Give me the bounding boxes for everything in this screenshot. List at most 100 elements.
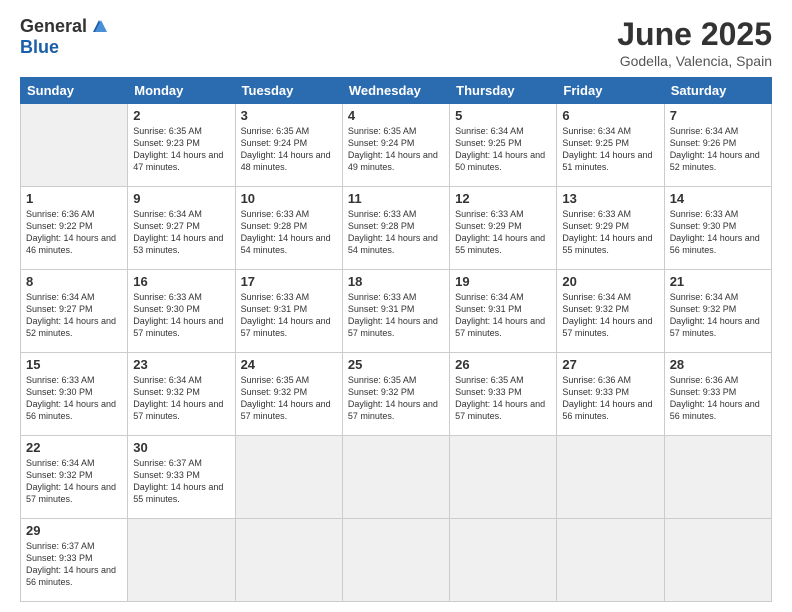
calendar-cell: 20Sunrise: 6:34 AMSunset: 9:32 PMDayligh… [557, 270, 664, 353]
calendar-cell [235, 436, 342, 519]
day-info: Sunrise: 6:33 AMSunset: 9:31 PMDaylight:… [348, 291, 444, 340]
day-info: Sunrise: 6:34 AMSunset: 9:32 PMDaylight:… [133, 374, 229, 423]
day-info: Sunrise: 6:34 AMSunset: 9:32 PMDaylight:… [562, 291, 658, 340]
calendar-body: 2 Sunrise: 6:35 AMSunset: 9:23 PMDaylight… [21, 104, 772, 602]
page: General Blue June 2025 Godella, Valencia… [0, 0, 792, 612]
day-number: 17 [241, 274, 337, 289]
day-info: Sunrise: 6:33 AMSunset: 9:28 PMDaylight:… [241, 208, 337, 257]
day-number: 9 [133, 191, 229, 206]
calendar-cell [664, 519, 771, 602]
day-number: 8 [26, 274, 122, 289]
day-number: 24 [241, 357, 337, 372]
calendar-cell [557, 519, 664, 602]
day-info: Sunrise: 6:37 AMSunset: 9:33 PMDaylight:… [133, 457, 229, 506]
week-row-2: 1 Sunrise: 6:36 AMSunset: 9:22 PMDaylight… [21, 187, 772, 270]
top-section: General Blue June 2025 Godella, Valencia… [20, 16, 772, 69]
day-info: Sunrise: 6:34 AMSunset: 9:32 PMDaylight:… [670, 291, 766, 340]
day-number: 30 [133, 440, 229, 455]
day-number: 11 [348, 191, 444, 206]
calendar-cell: 2 Sunrise: 6:35 AMSunset: 9:23 PMDaylight… [128, 104, 235, 187]
day-number: 25 [348, 357, 444, 372]
day-number: 18 [348, 274, 444, 289]
week-row-3: 8 Sunrise: 6:34 AMSunset: 9:27 PMDaylight… [21, 270, 772, 353]
day-info: Sunrise: 6:33 AMSunset: 9:30 PMDaylight:… [133, 291, 229, 340]
calendar-cell: 11 Sunrise: 6:33 AMSunset: 9:28 PMDayligh… [342, 187, 449, 270]
day-info: Sunrise: 6:33 AMSunset: 9:29 PMDaylight:… [562, 208, 658, 257]
main-title: June 2025 [617, 16, 772, 53]
logo-icon [89, 18, 109, 36]
day-number: 4 [348, 108, 444, 123]
title-section: June 2025 Godella, Valencia, Spain [617, 16, 772, 69]
calendar-cell: 9Sunrise: 6:34 AMSunset: 9:27 PMDaylight… [128, 187, 235, 270]
day-info: Sunrise: 6:35 AMSunset: 9:24 PMDaylight:… [348, 125, 444, 174]
day-number: 3 [241, 108, 337, 123]
day-number: 22 [26, 440, 122, 455]
subtitle: Godella, Valencia, Spain [617, 53, 772, 69]
day-number: 1 [26, 191, 122, 206]
calendar-cell: 4 Sunrise: 6:35 AMSunset: 9:24 PMDaylight… [342, 104, 449, 187]
calendar-cell: 21Sunrise: 6:34 AMSunset: 9:32 PMDayligh… [664, 270, 771, 353]
day-info: Sunrise: 6:35 AMSunset: 9:33 PMDaylight:… [455, 374, 551, 423]
day-info: Sunrise: 6:33 AMSunset: 9:29 PMDaylight:… [455, 208, 551, 257]
calendar-cell: 17 Sunrise: 6:33 AMSunset: 9:31 PMDayligh… [235, 270, 342, 353]
day-info: Sunrise: 6:35 AMSunset: 9:32 PMDaylight:… [348, 374, 444, 423]
week-row-6: 29 Sunrise: 6:37 AMSunset: 9:33 PMDayligh… [21, 519, 772, 602]
calendar-cell: 16 Sunrise: 6:33 AMSunset: 9:30 PMDayligh… [128, 270, 235, 353]
calendar-cell: 28Sunrise: 6:36 AMSunset: 9:33 PMDayligh… [664, 353, 771, 436]
calendar-cell: 8 Sunrise: 6:34 AMSunset: 9:27 PMDaylight… [21, 270, 128, 353]
day-info: Sunrise: 6:33 AMSunset: 9:30 PMDaylight:… [26, 374, 122, 423]
calendar-cell: 26Sunrise: 6:35 AMSunset: 9:33 PMDayligh… [450, 353, 557, 436]
calendar-cell: 5Sunrise: 6:34 AMSunset: 9:25 PMDaylight… [450, 104, 557, 187]
calendar-header-friday: Friday [557, 78, 664, 104]
day-number: 2 [133, 108, 229, 123]
calendar-cell [664, 436, 771, 519]
day-number: 7 [670, 108, 766, 123]
day-number: 27 [562, 357, 658, 372]
calendar-cell: 13 Sunrise: 6:33 AMSunset: 9:29 PMDayligh… [557, 187, 664, 270]
day-info: Sunrise: 6:35 AMSunset: 9:23 PMDaylight:… [133, 125, 229, 174]
calendar-cell [128, 519, 235, 602]
day-info: Sunrise: 6:34 AMSunset: 9:25 PMDaylight:… [562, 125, 658, 174]
day-number: 10 [241, 191, 337, 206]
day-info: Sunrise: 6:33 AMSunset: 9:28 PMDaylight:… [348, 208, 444, 257]
day-info: Sunrise: 6:35 AMSunset: 9:24 PMDaylight:… [241, 125, 337, 174]
day-info: Sunrise: 6:33 AMSunset: 9:31 PMDaylight:… [241, 291, 337, 340]
day-info: Sunrise: 6:35 AMSunset: 9:32 PMDaylight:… [241, 374, 337, 423]
calendar-cell: 25 Sunrise: 6:35 AMSunset: 9:32 PMDayligh… [342, 353, 449, 436]
calendar-cell [342, 519, 449, 602]
day-info: Sunrise: 6:36 AMSunset: 9:33 PMDaylight:… [562, 374, 658, 423]
day-info: Sunrise: 6:34 AMSunset: 9:27 PMDaylight:… [26, 291, 122, 340]
calendar-header-thursday: Thursday [450, 78, 557, 104]
calendar-cell: 15 Sunrise: 6:33 AMSunset: 9:30 PMDayligh… [21, 353, 128, 436]
day-info: Sunrise: 6:34 AMSunset: 9:31 PMDaylight:… [455, 291, 551, 340]
calendar-table: SundayMondayTuesdayWednesdayThursdayFrid… [20, 77, 772, 602]
day-info: Sunrise: 6:36 AMSunset: 9:22 PMDaylight:… [26, 208, 122, 257]
logo: General Blue [20, 16, 109, 58]
day-number: 29 [26, 523, 122, 538]
calendar-cell: 6Sunrise: 6:34 AMSunset: 9:25 PMDaylight… [557, 104, 664, 187]
calendar-header-tuesday: Tuesday [235, 78, 342, 104]
day-number: 13 [562, 191, 658, 206]
calendar-cell: 7Sunrise: 6:34 AMSunset: 9:26 PMDaylight… [664, 104, 771, 187]
calendar-cell [342, 436, 449, 519]
calendar-cell [450, 436, 557, 519]
calendar-cell: 3 Sunrise: 6:35 AMSunset: 9:24 PMDaylight… [235, 104, 342, 187]
day-info: Sunrise: 6:37 AMSunset: 9:33 PMDaylight:… [26, 540, 122, 589]
week-row-5: 22 Sunrise: 6:34 AMSunset: 9:32 PMDayligh… [21, 436, 772, 519]
calendar-cell: 22 Sunrise: 6:34 AMSunset: 9:32 PMDayligh… [21, 436, 128, 519]
day-number: 23 [133, 357, 229, 372]
day-info: Sunrise: 6:34 AMSunset: 9:32 PMDaylight:… [26, 457, 122, 506]
calendar-cell: 23 Sunrise: 6:34 AMSunset: 9:32 PMDayligh… [128, 353, 235, 436]
calendar-header-row: SundayMondayTuesdayWednesdayThursdayFrid… [21, 78, 772, 104]
week-row-1: 2 Sunrise: 6:35 AMSunset: 9:23 PMDaylight… [21, 104, 772, 187]
calendar-cell [557, 436, 664, 519]
calendar-cell [21, 104, 128, 187]
day-number: 15 [26, 357, 122, 372]
logo-general: General [20, 16, 87, 37]
calendar-cell: 14Sunrise: 6:33 AMSunset: 9:30 PMDayligh… [664, 187, 771, 270]
day-number: 16 [133, 274, 229, 289]
calendar-cell: 12Sunrise: 6:33 AMSunset: 9:29 PMDayligh… [450, 187, 557, 270]
calendar-cell: 27 Sunrise: 6:36 AMSunset: 9:33 PMDayligh… [557, 353, 664, 436]
calendar-cell: 30 Sunrise: 6:37 AMSunset: 9:33 PMDayligh… [128, 436, 235, 519]
logo-blue: Blue [20, 37, 59, 58]
